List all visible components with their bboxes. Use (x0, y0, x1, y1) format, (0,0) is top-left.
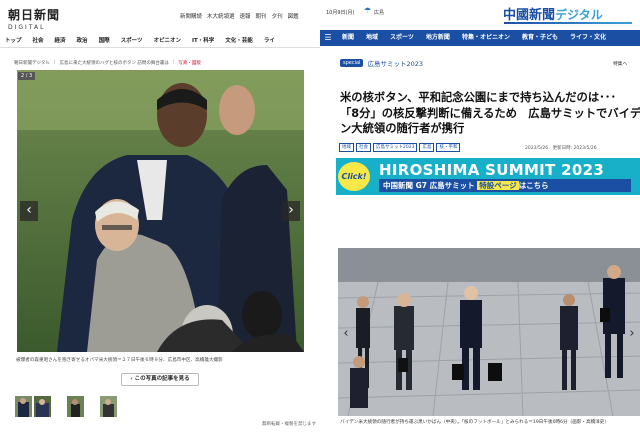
banner-subtitle-suffix: はこちら (518, 181, 549, 190)
nav-item[interactable]: 政治 (77, 34, 88, 47)
breadcrumb-home[interactable]: 朝日新聞デジタル (14, 60, 50, 66)
tag[interactable]: 社会 (356, 143, 371, 152)
special-row: special 広島サミット2023 (340, 58, 423, 68)
thumbnail-4[interactable] (100, 396, 117, 417)
menu-icon[interactable]: ☰ (320, 30, 336, 46)
nav-item[interactable]: 地域 (360, 30, 384, 46)
top-link[interactable]: 新聞購読 (180, 12, 202, 20)
top-link[interactable]: 朝刊 (256, 12, 267, 20)
chugoku-nav: ☰ 新聞 地域 スポーツ 地方新聞 特集・オピニオン 教育・子ども ライフ・文化 (320, 30, 640, 46)
thumbnail-3[interactable] (67, 396, 84, 417)
summit-banner[interactable]: Click! HIROSHIMA SUMMIT 2023 中国新聞 G7 広島サ… (336, 158, 640, 195)
asahi-top-links: 新聞購読 木大統領選 速報 朝刊 夕刊 図鑑 (180, 12, 299, 20)
special-badge: special (340, 59, 364, 67)
article-photo-illustration (338, 248, 640, 416)
top-link[interactable]: 木大統領選 (207, 12, 235, 20)
nav-item[interactable]: ライ (264, 34, 275, 47)
publish-dates: 2023/5/26 更新日時: 2023/5/26 (525, 146, 597, 151)
logo-main: 中國新聞 (503, 8, 556, 23)
prev-photo-button[interactable]: ‹ (340, 326, 352, 342)
copyright-note: 無断転載・複製を禁じます (262, 422, 316, 427)
view-article-button[interactable]: ‹ この写真の記事を見る (121, 373, 199, 386)
nav-item[interactable]: 特集・オピニオン (456, 30, 516, 46)
umbrella-icon: ☂ (364, 6, 372, 15)
photo-counter: 2 / 3 (18, 72, 36, 80)
article-photo-caption: バイデン米大統領の随行者が持ち運ぶ黒いかばん（中央）。「核のフットボール」とみら… (340, 420, 609, 425)
thumbnail-strip (15, 396, 119, 417)
nav-item[interactable]: スポーツ (384, 30, 420, 46)
nav-item[interactable]: 国際 (99, 34, 110, 47)
nav-item[interactable]: スポーツ (121, 34, 143, 47)
next-photo-button[interactable]: › (626, 326, 638, 342)
nav-item[interactable]: 教育・子ども (516, 30, 564, 46)
breadcrumb-separator: | (53, 60, 56, 65)
split-screenshot: 朝日新聞 DIGITAL 新聞購読 木大統領選 速報 朝刊 夕刊 図鑑 トップ … (0, 0, 640, 441)
tag[interactable]: 広島 (419, 143, 435, 152)
tag[interactable]: 広島サミット2023 (373, 143, 418, 152)
prev-photo-button[interactable]: ‹ (20, 201, 38, 221)
logo-japanese: 朝日新聞 (8, 8, 61, 22)
logo-underline (504, 22, 632, 24)
tag[interactable]: 核・平和 (436, 143, 461, 152)
logo-sub: デジタル (555, 8, 603, 22)
photo-caption: 被爆者の森重昭さんを抱き寄せるオバマ米大統領＝２７日午後６時９分、広島市中区、高… (16, 358, 223, 363)
article-photo (338, 248, 640, 416)
feature-link[interactable]: 特集へ (613, 60, 627, 67)
chugoku-logo[interactable]: 中國新聞デジタル (503, 4, 603, 23)
top-link[interactable]: 夕刊 (272, 12, 283, 20)
asahi-page: 朝日新聞 DIGITAL 新聞購読 木大統領選 速報 朝刊 夕刊 図鑑 トップ … (0, 0, 320, 441)
asahi-header: 朝日新聞 DIGITAL 新聞購読 木大統領選 速報 朝刊 夕刊 図鑑 (0, 0, 320, 32)
thumbnail-1[interactable] (15, 396, 32, 417)
main-photo (17, 70, 304, 352)
banner-subtitle: 中国新聞 G7 広島サミット 特設ページ はこちら (379, 179, 631, 192)
nav-item[interactable]: ライフ・文化 (564, 30, 612, 46)
tag[interactable]: 地域 (339, 143, 354, 152)
date-label: 10月9日(月) (326, 10, 355, 16)
asahi-logo[interactable]: 朝日新聞 DIGITAL (8, 6, 60, 31)
region-label[interactable]: 広島 (374, 9, 384, 16)
nav-item[interactable]: IT・科学 (192, 34, 214, 47)
nav-item[interactable]: トップ (5, 34, 22, 47)
banner-subtitle-prefix: 中国新聞 G7 広島サミット (383, 181, 475, 190)
article-headline: 米の核ボタン、平和記念公園にまで持ち込んだのは･･･ 「8分」の核反撃判断に備え… (340, 90, 640, 137)
logo-english: DIGITAL (8, 24, 46, 31)
chugoku-topbar: 10月9日(月) ☂ 広島 中國新聞デジタル (320, 0, 640, 30)
thumbnail-2[interactable] (34, 396, 51, 417)
chevron-right-icon: › (629, 326, 635, 341)
headline-line: ン大統領の随行者が携行 (340, 122, 465, 135)
breadcrumb: 朝日新聞デジタル | 広島に来た大統領のハグと核のボタン 訪問の舞台裏は | 写… (14, 60, 201, 66)
nav-item[interactable]: オピニオン (153, 34, 181, 47)
banner-subtitle-highlight: 特設ページ (477, 181, 519, 190)
banner-title: HIROSHIMA SUMMIT 2023 (379, 161, 605, 179)
breadcrumb-article[interactable]: 広島に来た大統領のハグと核のボタン 訪問の舞台裏は (59, 60, 168, 66)
nav-item[interactable]: 新聞 (336, 30, 360, 46)
nav-item[interactable]: 社会 (33, 34, 44, 47)
photo-illustration (17, 70, 304, 352)
nav-item[interactable]: 経済 (55, 34, 66, 47)
headline-line: 米の核ボタン、平和記念公園にまで持ち込んだのは･･･ (340, 91, 617, 104)
special-title[interactable]: 広島サミット2023 (367, 58, 423, 68)
view-article-label: この写真の記事を見る (134, 376, 190, 382)
article-tags: 地域 社会 広島サミット2023 広島 核・平和 (339, 143, 461, 152)
nav-item[interactable]: 文化・芸能 (225, 34, 253, 47)
click-badge: Click! (338, 162, 370, 191)
nav-item[interactable]: 地方新聞 (420, 30, 456, 46)
breadcrumb-separator: | (172, 60, 175, 65)
top-link[interactable]: 図鑑 (288, 12, 299, 20)
chevron-left-icon: ‹ (26, 202, 32, 218)
breadcrumb-current: 写真・図版 (178, 61, 201, 66)
asahi-nav: トップ 社会 経済 政治 国際 スポーツ オピニオン IT・科学 文化・芸能 ラ… (0, 34, 320, 48)
chevron-left-icon: ‹ (343, 326, 349, 341)
next-photo-button[interactable]: › (282, 201, 300, 221)
top-link[interactable]: 速報 (240, 12, 251, 20)
chevron-right-icon: › (288, 202, 294, 218)
headline-line: 「8分」の核反撃判断に備えるため 広島サミットでバイデ (340, 106, 640, 120)
